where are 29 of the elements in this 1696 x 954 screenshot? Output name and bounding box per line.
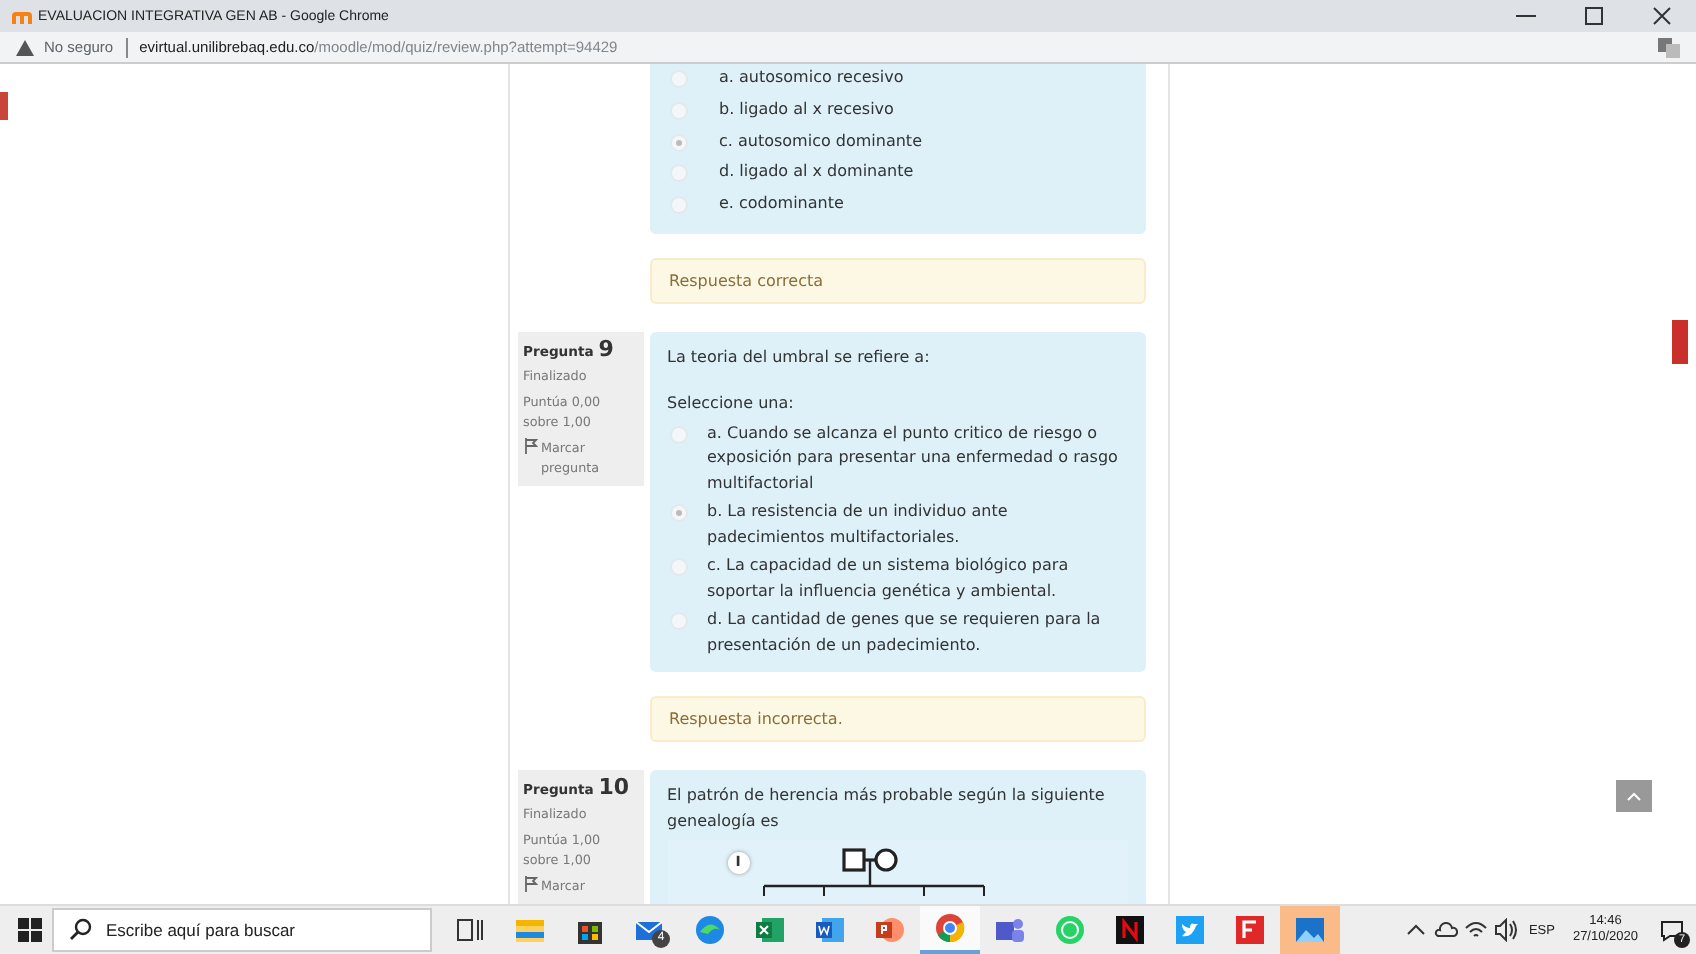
close-icon — [1652, 6, 1672, 26]
option-label: e. codominante — [719, 192, 846, 217]
wifi-icon[interactable] — [1464, 918, 1489, 942]
option-label: a. autosomico recesivo — [719, 66, 906, 90]
search-field[interactable]: Escribe aquí para buscar — [52, 908, 432, 952]
translate-icon[interactable] — [1658, 37, 1680, 57]
option-label: c. autosomico dominante — [719, 129, 924, 154]
radio-button[interactable] — [669, 504, 687, 523]
feedback-message: Respuesta incorrecta. — [649, 696, 1145, 743]
option-label: b. La resistencia de un individuo ante padecimientos multifactoriales. — [707, 500, 1010, 550]
back-to-top-button[interactable] — [1616, 780, 1652, 812]
option-label: b. ligado al x recesivo — [719, 97, 896, 122]
landscape-picture-icon[interactable] — [1280, 906, 1340, 954]
warning-icon — [16, 39, 34, 55]
page-edge-marker — [0, 92, 8, 120]
option-label: d. La cantidad de genes que se requieren para la presentación de un padecimiento. — [707, 608, 1103, 658]
feedback-message: Respuesta correcta — [649, 257, 1145, 304]
maximize-icon — [1584, 6, 1604, 26]
question-text: La teoria del umbral se refiere a: — [667, 345, 932, 370]
answer-prompt: Seleccione una: — [667, 392, 796, 417]
speaker-icon[interactable] — [1494, 918, 1519, 942]
flag-icon[interactable] — [523, 437, 537, 460]
search-icon — [70, 918, 92, 940]
chevron-up-icon — [1626, 791, 1642, 801]
cloud-icon[interactable] — [1434, 918, 1459, 942]
option-label: c. La capacidad de un sistema biológico para soportar la influencia genética y ambiental. — [707, 554, 1071, 604]
option-label: d. ligado al x dominante — [719, 160, 916, 185]
question-text: El patrón de herencia más probable según la siguiente genealogía es — [667, 784, 1107, 834]
radio-button[interactable] — [669, 133, 687, 152]
